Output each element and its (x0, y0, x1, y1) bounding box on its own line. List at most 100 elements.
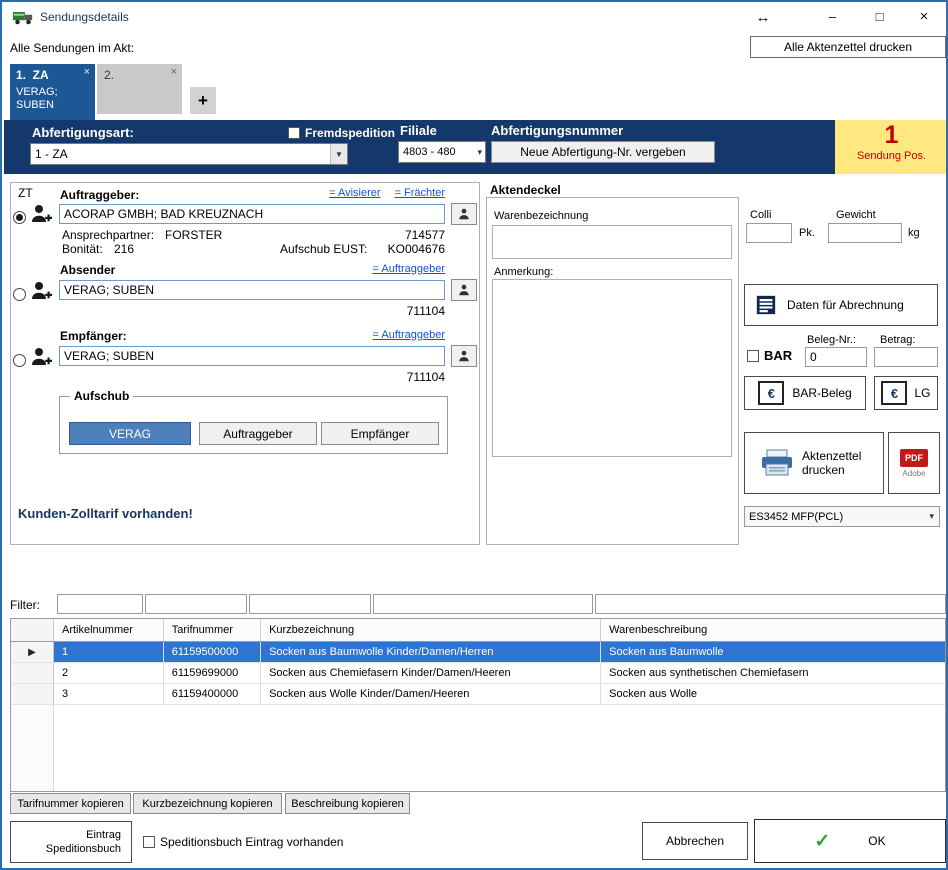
print-all-aktenzettel-button[interactable]: Alle Aktenzettel drucken (750, 36, 946, 58)
cell-tarifnummer: 61159500000 (164, 642, 261, 662)
window-title: Sendungsdetails (40, 10, 129, 24)
add-contact-icon (30, 279, 54, 306)
cell-artikelnummer: 2 (54, 663, 164, 683)
cell-tarifnummer: 61159699000 (164, 663, 261, 683)
anmerkung-textarea[interactable] (492, 279, 732, 457)
betrag-input[interactable] (874, 347, 938, 367)
abfertigungsart-label: Abfertigungsart: (32, 125, 134, 140)
tab-shipment-2[interactable]: 2. × (97, 64, 182, 114)
filter-label: Filter: (10, 598, 40, 612)
printer-select[interactable]: ES3452 MFP(PCL) ▾ (744, 506, 940, 527)
sendungsdetails-window: Sendungsdetails ↔ – □ × Alle Sendungen i… (0, 0, 948, 870)
add-tab-button[interactable]: + (190, 87, 216, 114)
maximize-button[interactable]: □ (857, 2, 902, 31)
fraechter-link[interactable]: = Frächter (395, 187, 445, 199)
filter-input-4[interactable] (373, 594, 593, 614)
colli-unit-label: Pk. (799, 227, 815, 239)
list-icon (755, 294, 777, 316)
lg-button[interactable]: € LG (874, 376, 938, 410)
filter-input-1[interactable] (57, 594, 143, 614)
copy-kurzbezeichnung-button[interactable]: Kurzbezeichnung kopieren (133, 793, 282, 814)
close-button[interactable]: × (902, 2, 946, 31)
aktendeckel-title: Aktendeckel (490, 183, 561, 197)
cancel-button[interactable]: Abbrechen (642, 822, 748, 860)
absender-contact-button[interactable] (451, 279, 477, 301)
table-row[interactable]: 3 61159400000 Socken aus Wolle Kinder/Da… (11, 684, 946, 705)
copy-tarifnummer-button[interactable]: Tarifnummer kopieren (10, 793, 131, 814)
lg-label: LG (914, 386, 930, 400)
articles-table: Artikelnummer Tarifnummer Kurzbezeichnun… (10, 618, 946, 792)
aufschub-verag-button[interactable]: VERAG (69, 422, 191, 445)
filter-input-2[interactable] (145, 594, 247, 614)
auftraggeber-radio[interactable] (13, 211, 26, 224)
speditionsbuch-eintrag-button[interactable]: Eintrag Speditionsbuch (10, 821, 132, 863)
empfaenger-radio[interactable] (13, 354, 26, 367)
zt-label: ZT (18, 186, 33, 200)
abfertigungsnummer-label: Abfertigungsnummer (491, 123, 623, 138)
avisierer-link[interactable]: = Avisierer (329, 187, 380, 199)
fremdspedition-checkbox[interactable] (288, 127, 300, 139)
copy-beschreibung-button[interactable]: Beschreibung kopieren (285, 793, 410, 814)
app-icon (12, 9, 34, 26)
colli-label: Colli (750, 209, 771, 221)
anmerkung-label: Anmerkung: (494, 266, 553, 278)
empfaenger-auftraggeber-link[interactable]: = Auftraggeber (345, 329, 445, 341)
tab1-close-icon[interactable]: × (84, 66, 90, 78)
shipments-label: Alle Sendungen im Akt: (10, 41, 134, 55)
row-selector (11, 663, 54, 683)
aufschub-auftraggeber-button[interactable]: Auftraggeber (199, 422, 317, 445)
warenbezeichnung-input[interactable] (492, 225, 732, 259)
bar-beleg-button[interactable]: € BAR-Beleg (744, 376, 866, 410)
cell-kurzbezeichnung: Socken aus Wolle Kinder/Damen/Heeren (261, 684, 601, 704)
aufschub-group-label: Aufschub (70, 389, 133, 403)
aktenzettel-drucken-button[interactable]: Aktenzettel drucken (744, 432, 884, 494)
auftraggeber-contact-button[interactable] (451, 203, 477, 225)
daten-abrechnung-label: Daten für Abrechnung (787, 298, 904, 312)
daten-abrechnung-button[interactable]: Daten für Abrechnung (744, 284, 938, 326)
bonitaet-label: Bonität: (62, 242, 103, 256)
filter-input-5[interactable] (595, 594, 946, 614)
gewicht-input[interactable] (828, 223, 902, 243)
ok-button[interactable]: ✓ OK (754, 819, 946, 863)
tab-shipment-1[interactable]: 1. ZA × VERAG; SUBEN (10, 64, 95, 120)
cell-warenbeschreibung: Socken aus Wolle (601, 684, 946, 704)
ansprechpartner-label: Ansprechpartner: (62, 228, 154, 242)
col-warenbeschreibung[interactable]: Warenbeschreibung (601, 619, 946, 641)
pdf-button[interactable]: PDF Adobe (888, 432, 940, 494)
pdf-icon: PDF (900, 449, 928, 467)
tab2-close-icon[interactable]: × (171, 66, 177, 78)
auftraggeber-input[interactable] (59, 204, 445, 224)
empfaenger-input[interactable] (59, 346, 445, 366)
absender-label: Absender (60, 263, 115, 277)
arrange-window-button[interactable]: ↔ (750, 4, 776, 30)
speditionsbuch-checkbox[interactable] (143, 836, 155, 848)
minimize-button[interactable]: – (810, 2, 855, 31)
col-artikelnummer[interactable]: Artikelnummer (54, 619, 164, 641)
toolbar: Abfertigungsart: Fremdspedition 1 - ZA ▼… (4, 120, 948, 174)
absender-auftraggeber-link[interactable]: = Auftraggeber (345, 263, 445, 275)
table-row[interactable]: ▶ 1 61159500000 Socken aus Baumwolle Kin… (11, 642, 946, 663)
empfaenger-contact-button[interactable] (451, 345, 477, 367)
empty-selector-column (11, 705, 54, 792)
table-row[interactable]: 2 61159699000 Socken aus Chemiefasern Ki… (11, 663, 946, 684)
table-header-row: Artikelnummer Tarifnummer Kurzbezeichnun… (11, 619, 946, 642)
bar-checkbox[interactable] (747, 350, 759, 362)
colli-input[interactable] (746, 223, 792, 243)
filiale-select[interactable]: 4803 - 480 ▾ (398, 141, 486, 163)
cell-artikelnummer: 3 (54, 684, 164, 704)
neue-abfertigungsnummer-button[interactable]: Neue Abfertigung-Nr. vergeben (491, 141, 715, 163)
col-kurzbezeichnung[interactable]: Kurzbezeichnung (261, 619, 601, 641)
beleg-nr-input[interactable] (805, 347, 867, 367)
person-icon (457, 207, 471, 221)
abfertigungsart-value: 1 - ZA (35, 147, 68, 161)
absender-input[interactable] (59, 280, 445, 300)
aufschub-empfaenger-button[interactable]: Empfänger (321, 422, 439, 445)
cell-artikelnummer: 1 (54, 642, 164, 662)
absender-radio[interactable] (13, 288, 26, 301)
bonitaet-value: 216 (114, 242, 134, 256)
col-tarifnummer[interactable]: Tarifnummer (164, 619, 261, 641)
filter-input-3[interactable] (249, 594, 371, 614)
speditionsbuch-checkbox-label: Speditionsbuch Eintrag vorhanden (160, 835, 343, 849)
abfertigungsart-select[interactable]: 1 - ZA ▼ (30, 143, 348, 165)
zolltarif-note: Kunden-Zolltarif vorhanden! (18, 506, 193, 521)
